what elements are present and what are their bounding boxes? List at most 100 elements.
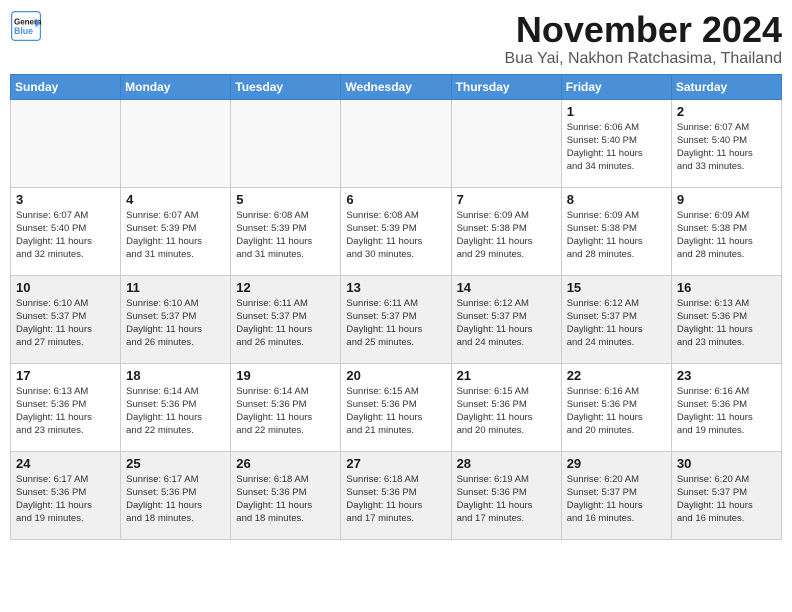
- day-info: Sunrise: 6:09 AM Sunset: 5:38 PM Dayligh…: [567, 209, 666, 262]
- day-number: 22: [567, 368, 666, 383]
- day-number: 8: [567, 192, 666, 207]
- weekday-header: Tuesday: [231, 74, 341, 99]
- day-info: Sunrise: 6:15 AM Sunset: 5:36 PM Dayligh…: [457, 385, 556, 438]
- weekday-header: Wednesday: [341, 74, 451, 99]
- page-header: General Blue November 2024 Bua Yai, Nakh…: [10, 10, 782, 68]
- calendar-cell: 22 Sunrise: 6:16 AM Sunset: 5:36 PM Dayli…: [561, 363, 671, 451]
- calendar-cell: 29 Sunrise: 6:20 AM Sunset: 5:37 PM Dayli…: [561, 451, 671, 539]
- calendar-cell: 2Sunrise: 6:07 AM Sunset: 5:40 PM Daylig…: [671, 99, 781, 187]
- day-info: Sunrise: 6:06 AM Sunset: 5:40 PM Dayligh…: [567, 121, 666, 174]
- day-info: Sunrise: 6:09 AM Sunset: 5:38 PM Dayligh…: [677, 209, 776, 262]
- calendar-table: SundayMondayTuesdayWednesdayThursdayFrid…: [10, 74, 782, 540]
- day-number: 6: [346, 192, 445, 207]
- day-number: 15: [567, 280, 666, 295]
- day-info: Sunrise: 6:12 AM Sunset: 5:37 PM Dayligh…: [457, 297, 556, 350]
- calendar-cell: 28 Sunrise: 6:19 AM Sunset: 5:36 PM Dayli…: [451, 451, 561, 539]
- day-number: 16: [677, 280, 776, 295]
- day-info: Sunrise: 6:11 AM Sunset: 5:37 PM Dayligh…: [346, 297, 445, 350]
- logo-icon: General Blue: [10, 10, 42, 42]
- calendar-cell: 24 Sunrise: 6:17 AM Sunset: 5:36 PM Dayli…: [11, 451, 121, 539]
- day-number: 19: [236, 368, 335, 383]
- calendar-cell: 4 Sunrise: 6:07 AM Sunset: 5:39 PM Daylig…: [121, 187, 231, 275]
- day-info: Sunrise: 6:18 AM Sunset: 5:36 PM Dayligh…: [236, 473, 335, 526]
- calendar-cell: 14 Sunrise: 6:12 AM Sunset: 5:37 PM Dayli…: [451, 275, 561, 363]
- calendar-cell: 10 Sunrise: 6:10 AM Sunset: 5:37 PM Dayli…: [11, 275, 121, 363]
- title-block: November 2024 Bua Yai, Nakhon Ratchasima…: [505, 10, 783, 68]
- calendar-cell: 7 Sunrise: 6:09 AM Sunset: 5:38 PM Daylig…: [451, 187, 561, 275]
- day-number: 14: [457, 280, 556, 295]
- calendar-cell: 17 Sunrise: 6:13 AM Sunset: 5:36 PM Dayli…: [11, 363, 121, 451]
- day-number: 4: [126, 192, 225, 207]
- day-info: Sunrise: 6:10 AM Sunset: 5:37 PM Dayligh…: [16, 297, 115, 350]
- day-number: 3: [16, 192, 115, 207]
- weekday-header: Monday: [121, 74, 231, 99]
- day-number: 17: [16, 368, 115, 383]
- day-info: Sunrise: 6:08 AM Sunset: 5:39 PM Dayligh…: [236, 209, 335, 262]
- calendar-cell: 15 Sunrise: 6:12 AM Sunset: 5:37 PM Dayli…: [561, 275, 671, 363]
- day-info: Sunrise: 6:14 AM Sunset: 5:36 PM Dayligh…: [126, 385, 225, 438]
- day-number: 10: [16, 280, 115, 295]
- day-number: 11: [126, 280, 225, 295]
- day-number: 29: [567, 456, 666, 471]
- day-info: Sunrise: 6:12 AM Sunset: 5:37 PM Dayligh…: [567, 297, 666, 350]
- calendar-cell: 5 Sunrise: 6:08 AM Sunset: 5:39 PM Daylig…: [231, 187, 341, 275]
- day-number: 28: [457, 456, 556, 471]
- calendar-cell: 25 Sunrise: 6:17 AM Sunset: 5:36 PM Dayli…: [121, 451, 231, 539]
- day-info: Sunrise: 6:09 AM Sunset: 5:38 PM Dayligh…: [457, 209, 556, 262]
- calendar-cell: 20Sunrise: 6:15 AM Sunset: 5:36 PM Dayli…: [341, 363, 451, 451]
- logo: General Blue: [10, 10, 42, 42]
- weekday-header: Thursday: [451, 74, 561, 99]
- calendar-cell: 8 Sunrise: 6:09 AM Sunset: 5:38 PM Daylig…: [561, 187, 671, 275]
- day-number: 5: [236, 192, 335, 207]
- day-number: 23: [677, 368, 776, 383]
- calendar-cell: 16 Sunrise: 6:13 AM Sunset: 5:36 PM Dayli…: [671, 275, 781, 363]
- calendar-cell: 18 Sunrise: 6:14 AM Sunset: 5:36 PM Dayli…: [121, 363, 231, 451]
- day-info: Sunrise: 6:16 AM Sunset: 5:36 PM Dayligh…: [567, 385, 666, 438]
- day-number: 27: [346, 456, 445, 471]
- day-info: Sunrise: 6:17 AM Sunset: 5:36 PM Dayligh…: [16, 473, 115, 526]
- day-info: Sunrise: 6:13 AM Sunset: 5:36 PM Dayligh…: [16, 385, 115, 438]
- calendar-cell: [121, 99, 231, 187]
- day-number: 18: [126, 368, 225, 383]
- day-info: Sunrise: 6:17 AM Sunset: 5:36 PM Dayligh…: [126, 473, 225, 526]
- day-info: Sunrise: 6:20 AM Sunset: 5:37 PM Dayligh…: [567, 473, 666, 526]
- day-number: 25: [126, 456, 225, 471]
- calendar-cell: 26 Sunrise: 6:18 AM Sunset: 5:36 PM Dayli…: [231, 451, 341, 539]
- calendar-cell: 3 Sunrise: 6:07 AM Sunset: 5:40 PM Daylig…: [11, 187, 121, 275]
- day-info: Sunrise: 6:15 AM Sunset: 5:36 PM Dayligh…: [346, 385, 445, 438]
- day-number: 26: [236, 456, 335, 471]
- calendar-cell: 27 Sunrise: 6:18 AM Sunset: 5:36 PM Dayli…: [341, 451, 451, 539]
- day-info: Sunrise: 6:07 AM Sunset: 5:40 PM Dayligh…: [16, 209, 115, 262]
- calendar-cell: 6Sunrise: 6:08 AM Sunset: 5:39 PM Daylig…: [341, 187, 451, 275]
- day-number: 12: [236, 280, 335, 295]
- location: Bua Yai, Nakhon Ratchasima, Thailand: [505, 50, 783, 68]
- calendar-cell: 12Sunrise: 6:11 AM Sunset: 5:37 PM Dayli…: [231, 275, 341, 363]
- day-number: 24: [16, 456, 115, 471]
- day-number: 7: [457, 192, 556, 207]
- calendar-cell: [341, 99, 451, 187]
- calendar-cell: 9Sunrise: 6:09 AM Sunset: 5:38 PM Daylig…: [671, 187, 781, 275]
- day-info: Sunrise: 6:16 AM Sunset: 5:36 PM Dayligh…: [677, 385, 776, 438]
- calendar-cell: 21 Sunrise: 6:15 AM Sunset: 5:36 PM Dayli…: [451, 363, 561, 451]
- calendar-cell: [11, 99, 121, 187]
- day-number: 13: [346, 280, 445, 295]
- calendar-cell: [231, 99, 341, 187]
- svg-text:Blue: Blue: [14, 26, 33, 36]
- calendar-cell: [451, 99, 561, 187]
- calendar-cell: 23 Sunrise: 6:16 AM Sunset: 5:36 PM Dayli…: [671, 363, 781, 451]
- day-info: Sunrise: 6:14 AM Sunset: 5:36 PM Dayligh…: [236, 385, 335, 438]
- day-info: Sunrise: 6:19 AM Sunset: 5:36 PM Dayligh…: [457, 473, 556, 526]
- day-info: Sunrise: 6:18 AM Sunset: 5:36 PM Dayligh…: [346, 473, 445, 526]
- day-number: 2: [677, 104, 776, 119]
- calendar-cell: 11 Sunrise: 6:10 AM Sunset: 5:37 PM Dayli…: [121, 275, 231, 363]
- day-number: 21: [457, 368, 556, 383]
- day-info: Sunrise: 6:13 AM Sunset: 5:36 PM Dayligh…: [677, 297, 776, 350]
- calendar-cell: 19 Sunrise: 6:14 AM Sunset: 5:36 PM Dayli…: [231, 363, 341, 451]
- day-info: Sunrise: 6:10 AM Sunset: 5:37 PM Dayligh…: [126, 297, 225, 350]
- day-number: 1: [567, 104, 666, 119]
- day-info: Sunrise: 6:07 AM Sunset: 5:39 PM Dayligh…: [126, 209, 225, 262]
- calendar-cell: 30Sunrise: 6:20 AM Sunset: 5:37 PM Dayli…: [671, 451, 781, 539]
- calendar-cell: 1 Sunrise: 6:06 AM Sunset: 5:40 PM Daylig…: [561, 99, 671, 187]
- month-title: November 2024: [505, 10, 783, 50]
- weekday-header: Sunday: [11, 74, 121, 99]
